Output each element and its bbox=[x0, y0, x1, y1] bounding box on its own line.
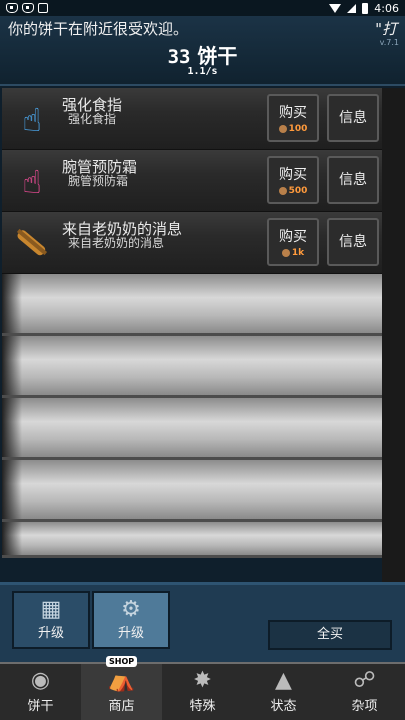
tab-label: 升级 bbox=[37, 626, 64, 641]
empty-shelf bbox=[2, 274, 382, 336]
info-button[interactable]: 信息 bbox=[327, 94, 379, 142]
nav-item-stats[interactable]: ▲ 状态 bbox=[243, 664, 324, 720]
price-value: 1k bbox=[291, 248, 305, 258]
signal-icon bbox=[347, 3, 357, 13]
special-icon: ✸ bbox=[193, 668, 212, 693]
news-ticker-tail: "打 bbox=[375, 20, 397, 38]
nav-label: 状态 bbox=[270, 699, 297, 714]
price: 1k bbox=[269, 248, 317, 258]
tab-buildings[interactable]: ▦ 升级 bbox=[12, 591, 90, 649]
nav-label: 商店 bbox=[108, 699, 135, 714]
empty-shelf bbox=[2, 398, 382, 460]
info-button[interactable]: 信息 bbox=[327, 156, 379, 204]
tab-upgrades[interactable]: ⚙ 升级 bbox=[92, 591, 170, 649]
nav-item-special[interactable]: ✸ 特殊 bbox=[162, 664, 243, 720]
store-tab-area: ▦ 升级 ⚙ 升级 全买 bbox=[0, 582, 405, 662]
cookie-coin-icon bbox=[278, 124, 287, 133]
shop-icon: ⛺ bbox=[107, 668, 136, 693]
buy-all-button[interactable]: 全买 bbox=[268, 620, 392, 650]
rolling-pin-icon bbox=[10, 222, 54, 266]
status-right: 4:06 bbox=[329, 2, 399, 15]
buy-label: 购买 bbox=[279, 229, 307, 245]
nav-item-cookie[interactable]: ◉ 饼干 bbox=[0, 664, 81, 720]
empty-shelf bbox=[2, 522, 382, 558]
info-button[interactable]: 信息 bbox=[327, 218, 379, 266]
buy-label: 购买 bbox=[279, 167, 307, 183]
battery-icon bbox=[362, 2, 369, 14]
upgrade-subtitle: 腕管预防霜 bbox=[68, 174, 129, 188]
stats-icon: ▲ bbox=[275, 668, 292, 693]
upgrade-subtitle: 强化食指 bbox=[68, 112, 117, 126]
gear-icon: ⚙ bbox=[121, 597, 141, 622]
nav-item-misc[interactable]: ☍ 杂项 bbox=[324, 664, 405, 720]
empty-shelf bbox=[2, 336, 382, 398]
cookie-count-value: 33 bbox=[167, 46, 191, 68]
bottom-nav: ◉ 饼干 ⛺ 商店 ✸ 特殊 ▲ 状态 ☍ 杂项 SHOP bbox=[0, 656, 405, 720]
nav-label: 杂项 bbox=[351, 699, 378, 714]
cookie-coin-icon bbox=[278, 186, 287, 195]
shop-badge: SHOP bbox=[106, 656, 138, 667]
bug-icon bbox=[22, 3, 34, 13]
bug-icon bbox=[6, 3, 18, 13]
status-left bbox=[6, 3, 48, 13]
upgrade-row[interactable]: 来自老奶奶的消息 来自老奶奶的消息 购买 1k 信息 bbox=[2, 212, 382, 274]
cookie-count-unit: 饼干 bbox=[197, 44, 238, 68]
rolling-pin-svg bbox=[16, 228, 48, 256]
buy-label: 购买 bbox=[279, 105, 307, 121]
clock: 4:06 bbox=[374, 1, 399, 15]
nav-label: 饼干 bbox=[27, 699, 54, 714]
news-ticker: 你的饼干在附近很受欢迎。 bbox=[8, 20, 189, 38]
header: 你的饼干在附近很受欢迎。 "打 v.7.1 33 饼干 1.1/s bbox=[0, 16, 405, 86]
pink-pointer-icon: ☝ bbox=[22, 163, 42, 201]
nav-item-shop[interactable]: ⛺ 商店 bbox=[81, 664, 162, 720]
price: 500 bbox=[269, 186, 317, 196]
nav-label: 特殊 bbox=[189, 699, 216, 714]
pointer-icon: ☝ bbox=[22, 101, 42, 139]
notification-icon bbox=[38, 3, 48, 13]
buy-button[interactable]: 购买 1k bbox=[267, 218, 319, 266]
price-value: 500 bbox=[288, 186, 308, 196]
upgrade-row[interactable]: ☝ 强化食指 强化食指 购买 100 信息 bbox=[2, 88, 382, 150]
misc-icon: ☍ bbox=[353, 668, 376, 693]
tab-label: 升级 bbox=[117, 626, 144, 641]
price-value: 100 bbox=[288, 124, 308, 134]
buy-button[interactable]: 购买 500 bbox=[267, 156, 319, 204]
upgrade-row[interactable]: ☝ 腕管预防霜 腕管预防霜 购买 500 信息 bbox=[2, 150, 382, 212]
price: 100 bbox=[269, 124, 317, 134]
cookies-per-second: 1.1/s bbox=[187, 66, 218, 77]
status-bar: 4:06 bbox=[0, 0, 405, 16]
wifi-icon bbox=[329, 3, 342, 13]
cookie-coin-icon bbox=[281, 248, 290, 257]
bricks-icon: ▦ bbox=[40, 597, 62, 622]
cookie-icon: ◉ bbox=[30, 668, 51, 693]
cookie-count: 33 饼干 bbox=[0, 40, 405, 69]
upgrade-list: ☝ 强化食指 强化食指 购买 100 信息 ☝ 腕管预防霜 腕管预防霜 购买 5… bbox=[2, 88, 382, 558]
scroll-track[interactable] bbox=[382, 88, 405, 582]
upgrade-subtitle: 来自老奶奶的消息 bbox=[68, 236, 165, 250]
buy-button[interactable]: 购买 100 bbox=[267, 94, 319, 142]
empty-shelf bbox=[2, 460, 382, 522]
